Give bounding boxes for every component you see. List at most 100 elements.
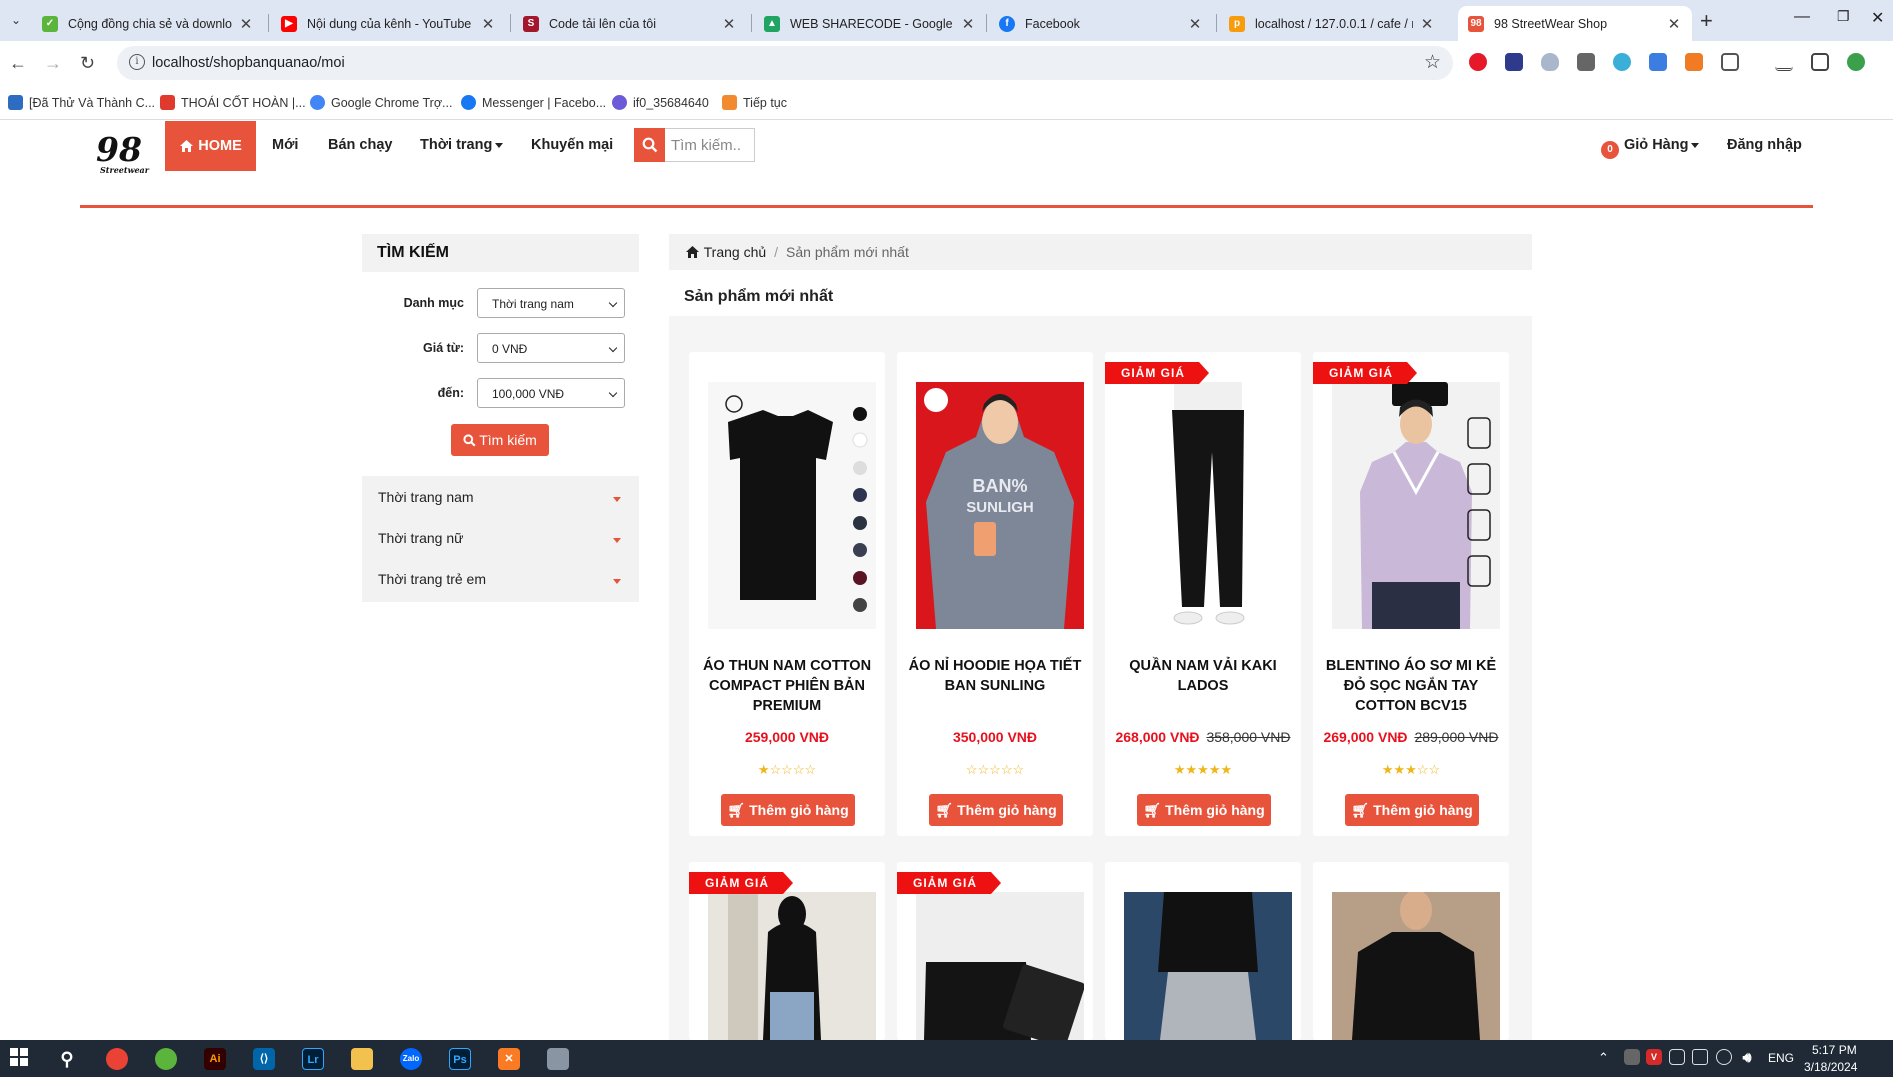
tab-close-icon[interactable]: ✕ [1187, 15, 1203, 33]
app-icon[interactable] [547, 1048, 569, 1070]
add-to-cart-button[interactable]: 🛒︎ Thêm giỏ hàng [929, 794, 1063, 826]
window-close-icon[interactable]: ✕ [1871, 8, 1884, 28]
language-indicator[interactable]: ENG [1768, 1051, 1794, 1065]
product-image[interactable] [708, 382, 876, 629]
browser-tab[interactable]: ▲ WEB SHARECODE - Google Dri ✕ [754, 6, 986, 41]
sidebar-category-kids[interactable]: Thời trang trẻ em [378, 571, 486, 587]
browser-tab[interactable]: f Facebook ✕ [989, 6, 1213, 41]
caret-down-icon[interactable] [613, 497, 621, 502]
extension-icon[interactable] [1577, 53, 1595, 71]
puzzle-extensions-icon[interactable] [1721, 53, 1739, 71]
product-card[interactable]: ÁO THUN NAM COTTON COMPACT PHIÊN BẢN PRE… [689, 352, 885, 836]
browser-tab[interactable]: S Code tải lên của tôi ✕ [513, 6, 747, 41]
volume-icon[interactable]: 🔊︎ [1739, 1049, 1755, 1065]
browser-tab[interactable]: ▶ Nội dung của kênh - YouTube S ✕ [271, 6, 506, 41]
sidebar-category-men[interactable]: Thời trang nam [378, 489, 474, 505]
caret-down-icon[interactable] [613, 579, 621, 584]
product-card[interactable] [1105, 862, 1301, 1040]
sidebar-search-button[interactable]: Tìm kiếm [451, 424, 549, 456]
add-to-cart-button[interactable]: 🛒︎ Thêm giỏ hàng [1137, 794, 1271, 826]
photoshop-icon[interactable]: Ps [449, 1048, 471, 1070]
product-image[interactable] [1124, 382, 1292, 629]
product-image[interactable] [1332, 892, 1500, 1040]
tab-close-icon[interactable]: ✕ [960, 15, 976, 33]
tray-chevron-icon[interactable]: ⌃ [1598, 1050, 1609, 1066]
bookmark-item[interactable]: Google Chrome Trợ... [310, 95, 452, 110]
clock-date[interactable]: 3/18/2024 [1804, 1060, 1857, 1074]
product-image[interactable] [1124, 892, 1292, 1040]
browser-tab[interactable]: p localhost / 127.0.0.1 / cafe / ng ✕ [1219, 6, 1445, 41]
extension-icon[interactable] [1505, 53, 1523, 71]
add-to-cart-button[interactable]: 🛒︎ Thêm giỏ hàng [721, 794, 855, 826]
extension-icon[interactable] [1685, 53, 1703, 71]
nav-sale[interactable]: Khuyến mại [531, 137, 613, 153]
price-from-select[interactable]: 0 VNĐ [477, 333, 625, 363]
product-name[interactable]: BLENTINO ÁO SƠ MI KẺ ĐỎ SỌC NGẮN TAY COT… [1313, 656, 1509, 716]
login-link[interactable]: Đăng nhập [1727, 137, 1802, 153]
address-bar[interactable]: i localhost/shopbanquanao/moi ☆ [117, 46, 1453, 80]
illustrator-icon[interactable]: Ai [204, 1048, 226, 1070]
translate-extension-icon[interactable] [1649, 53, 1667, 71]
battery-icon[interactable] [1692, 1049, 1708, 1065]
nav-bestseller[interactable]: Bán chạy [328, 137, 392, 153]
chrome-icon[interactable] [106, 1048, 128, 1070]
product-name[interactable]: ÁO NỈ HOODIE HỌA TIẾT BAN SUNLING [897, 656, 1093, 696]
browser-tab[interactable]: ✓ Cộng đồng chia sẻ và downloa ✕ [32, 6, 264, 41]
reload-icon[interactable]: ↻ [80, 53, 95, 74]
minimize-icon[interactable]: — [1794, 8, 1810, 26]
site-logo[interactable]: 98 Streetwear [96, 133, 149, 175]
bookmark-item[interactable]: Messenger | Facebo... [461, 95, 606, 110]
back-arrow-icon[interactable]: ← [9, 53, 27, 74]
add-to-cart-button[interactable]: 🛒︎ Thêm giỏ hàng [1345, 794, 1479, 826]
product-image[interactable] [916, 892, 1084, 1040]
search-input[interactable]: Tìm kiếm.. [665, 128, 755, 162]
tab-search-chevron-icon[interactable]: ⌄ [6, 10, 26, 30]
vscode-icon[interactable]: ⟨⟩ [253, 1048, 275, 1070]
side-panel-icon[interactable] [1811, 53, 1829, 71]
product-name[interactable]: ÁO THUN NAM COTTON COMPACT PHIÊN BẢN PRE… [689, 656, 885, 716]
nav-home-button[interactable]: HOME [165, 121, 256, 171]
category-select[interactable]: Thời trang nam [477, 288, 625, 318]
price-to-select[interactable]: 100,000 VNĐ [477, 378, 625, 408]
caret-down-icon[interactable] [613, 538, 621, 543]
product-image[interactable] [708, 892, 876, 1040]
nav-new[interactable]: Mới [272, 137, 298, 153]
product-image[interactable]: BAN% SUNLIGH [916, 382, 1084, 629]
tray-icon[interactable] [1624, 1049, 1640, 1065]
bookmark-star-icon[interactable]: ☆ [1424, 51, 1441, 74]
product-card[interactable]: QUẦN NAM VẢI KAKI LADOS 268,000 VNĐ 358,… [1105, 352, 1301, 836]
sidebar-category-women[interactable]: Thời trang nữ [378, 530, 463, 546]
search-icon[interactable]: ⚲ [56, 1048, 78, 1070]
bookmark-item[interactable]: THOÁI CỐT HOÀN |... [160, 95, 306, 110]
product-name[interactable]: QUẦN NAM VẢI KAKI LADOS [1105, 656, 1301, 696]
url-text[interactable]: localhost/shopbanquanao/moi [152, 55, 345, 71]
tray-icon[interactable]: V [1646, 1049, 1662, 1065]
media-control-icon[interactable] [1775, 53, 1793, 71]
shield-extension-icon[interactable] [1541, 53, 1559, 71]
browser-tab-active[interactable]: 98 98 StreetWear Shop ✕ [1458, 6, 1692, 41]
nav-fashion-dropdown[interactable]: Thời trang [420, 137, 504, 153]
bookmark-item[interactable]: if0_35684640 [612, 95, 709, 110]
bookmark-item[interactable]: Tiếp tục [722, 95, 787, 110]
file-explorer-icon[interactable] [351, 1048, 373, 1070]
restore-icon[interactable]: ❐ [1837, 8, 1850, 25]
product-card[interactable]: BLENTINO ÁO SƠ MI KẺ ĐỎ SỌC NGẮN TAY COT… [1313, 352, 1509, 836]
app-icon[interactable] [155, 1048, 177, 1070]
bookmark-item[interactable]: [Đã Thử Và Thành C... [8, 95, 155, 110]
breadcrumb-home-link[interactable]: Trang chủ [704, 244, 767, 260]
extension-icon[interactable] [1613, 53, 1631, 71]
opera-extension-icon[interactable] [1469, 53, 1487, 71]
search-button[interactable] [634, 128, 665, 162]
new-tab-plus-icon[interactable]: + [1700, 8, 1713, 34]
product-image[interactable] [1332, 382, 1500, 629]
tab-close-icon[interactable]: ✕ [480, 15, 496, 33]
tab-close-icon[interactable]: ✕ [1666, 15, 1682, 33]
clock-time[interactable]: 5:17 PM [1812, 1043, 1857, 1057]
lightroom-icon[interactable]: Lr [302, 1048, 324, 1070]
product-card[interactable] [1313, 862, 1509, 1040]
product-card[interactable]: BAN% SUNLIGH ÁO NỈ HOODIE HỌA TIẾT BAN S… [897, 352, 1093, 836]
tab-close-icon[interactable]: ✕ [238, 15, 254, 33]
tab-close-icon[interactable]: ✕ [721, 15, 737, 33]
tab-close-icon[interactable]: ✕ [1419, 15, 1435, 33]
tray-icon[interactable] [1669, 1049, 1685, 1065]
